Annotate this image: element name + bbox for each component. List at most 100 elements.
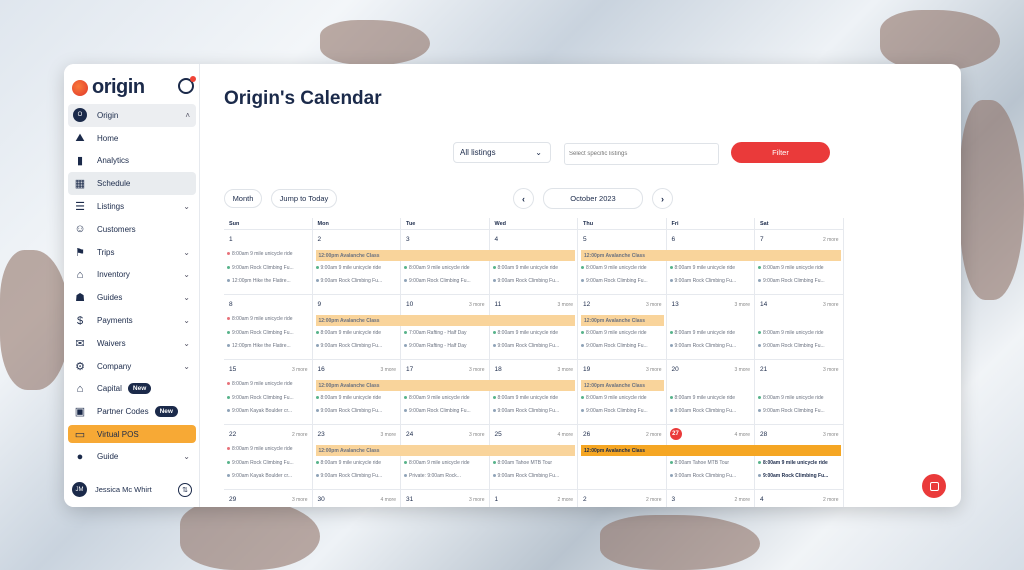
calendar-event[interactable]: 8:00am 9 mile unicycle ride xyxy=(581,330,665,336)
more-events-link[interactable]: 4 more xyxy=(557,432,573,438)
more-events-link[interactable]: 2 more xyxy=(557,497,573,503)
more-events-link[interactable]: 2 more xyxy=(292,432,308,438)
calendar-day[interactable]: 23 3 more 8:00am 9 mile unicycle ride 9:00a… xyxy=(313,425,401,489)
calendar-event[interactable]: 8:00am 9 mile unicycle ride xyxy=(581,395,665,401)
user-profile[interactable]: JM Jessica Mc Whirt ⇅ xyxy=(72,482,192,497)
sidebar-item-schedule[interactable]: ▦ Schedule xyxy=(68,172,196,196)
calendar-day[interactable]: 4 8:00am 9 mile unicycle ride 9:00am Rock … xyxy=(490,230,578,294)
calendar-event[interactable]: 9:00am Rock Climbing Fu... xyxy=(315,343,400,349)
calendar-event[interactable]: 9:00am 9 mile unicycle ride xyxy=(315,265,400,271)
calendar-event[interactable]: 8:00am 9 mile unicycle ride xyxy=(492,265,577,271)
more-events-link[interactable]: 3 more xyxy=(557,302,573,308)
calendar-day[interactable]: 25 4 more 8:00am Tahoe MTB Tour 9:00am Rock… xyxy=(490,425,578,489)
calendar-day[interactable]: 4 2 more xyxy=(755,490,844,507)
calendar-day[interactable]: 18 3 more 8:00am 9 mile unicycle ride 9:00a… xyxy=(490,360,578,424)
calendar-event[interactable]: 8:00am Tahoe MTB Tour xyxy=(669,460,754,466)
sidebar-item-payments[interactable]: $ Payments ⌄ xyxy=(68,309,196,332)
calendar-event[interactable]: 8:00am 9 mile unicycle ride xyxy=(758,395,842,401)
calendar-event[interactable]: 9:00am Rafting - Half Day xyxy=(404,343,488,349)
calendar-event[interactable]: 9:00am Rock Climbing Fu... xyxy=(581,408,665,414)
calendar-event[interactable]: 9:00am Rock Climbing Fu... xyxy=(315,473,400,479)
more-events-link[interactable]: 3 more xyxy=(469,497,485,503)
calendar-day[interactable]: 7 2 more 8:00am 9 mile unicycle ride 9:00am… xyxy=(755,230,844,294)
calendar-day[interactable]: 14 3 more 8:00am 9 mile unicycle ride 9:00a… xyxy=(755,295,844,359)
calendar-event[interactable]: 9:00am Rock Climbing Fu... xyxy=(758,278,842,284)
sidebar-item-trips[interactable]: ⚑ Trips ⌄ xyxy=(68,241,196,264)
more-events-link[interactable]: 4 more xyxy=(734,432,750,438)
calendar-day[interactable]: 3 8:00am 9 mile unicycle ride 9:00am Rock … xyxy=(401,230,490,294)
calendar-event[interactable]: 9:00am Rock Climbing Fu... xyxy=(758,408,842,414)
listings-select[interactable]: All listings ⌄ xyxy=(453,142,551,163)
calendar-event[interactable]: 9:00am Rock Climbing Fu... xyxy=(227,395,311,401)
calendar-day[interactable]: 31 3 more xyxy=(401,490,490,507)
more-events-link[interactable]: 3 more xyxy=(292,497,308,503)
calendar-day[interactable]: 13 3 more 8:00am 9 mile unicycle ride 9:00a… xyxy=(667,295,755,359)
calendar-event[interactable]: 9:00am Rock Climbing Fu... xyxy=(315,408,400,414)
calendar-event[interactable]: 9:00am Kayak Boulder cr... xyxy=(227,408,311,414)
more-events-link[interactable]: 3 more xyxy=(734,302,750,308)
chevron-down-icon[interactable]: ⌄ xyxy=(183,452,190,461)
calendar-event[interactable]: 9:00am Kayak Boulder cr... xyxy=(227,473,311,479)
more-events-link[interactable]: 2 more xyxy=(646,432,662,438)
calendar-event[interactable]: 8:00am 9 mile unicycle ride xyxy=(404,460,488,466)
calendar-event[interactable]: 8:00am 9 mile unicycle ride xyxy=(227,446,311,452)
chevron-down-icon[interactable]: ⌄ xyxy=(183,248,190,257)
sidebar-item-waivers[interactable]: ✉ Waivers ⌄ xyxy=(68,332,196,355)
calendar-event[interactable]: 9:00am Rock Climbing Fu... xyxy=(227,460,311,466)
calendar-event[interactable]: 8:00am 9 mile unicycle ride xyxy=(669,395,754,401)
calendar-event[interactable]: 8:00am 9 mile unicycle ride xyxy=(492,395,577,401)
calendar-event[interactable]: 8:00am 9 mile unicycle ride xyxy=(404,265,488,271)
calendar-event[interactable]: 8:00am 9 mile unicycle ride xyxy=(227,316,311,322)
calendar-day[interactable]: 27 4 more 8:00am Tahoe MTB Tour 9:00am Rock… xyxy=(667,425,755,489)
multi-day-event[interactable]: 12:00pm Avalanche Class xyxy=(581,315,664,326)
calendar-event[interactable]: 9:00am Rock Climbing Fu... xyxy=(227,330,311,336)
multi-day-event[interactable]: 12:00pm Avalanche Class xyxy=(315,445,575,456)
calendar-day[interactable]: 24 3 more 8:00am 9 mile unicycle ride Priva… xyxy=(401,425,490,489)
calendar-day[interactable]: 17 3 more 8:00am 9 mile unicycle ride 9:00a… xyxy=(401,360,490,424)
calendar-day[interactable]: 1 2 more xyxy=(490,490,578,507)
calendar-event[interactable]: 7:00am Rafting - Half Day xyxy=(404,330,488,336)
more-events-link[interactable]: 3 more xyxy=(823,302,839,308)
calendar-day[interactable]: 10 3 more 7:00am Rafting - Half Day 9:00am … xyxy=(401,295,490,359)
calendar-day[interactable]: 3 2 more xyxy=(667,490,755,507)
more-events-link[interactable]: 3 more xyxy=(380,367,396,373)
sidebar-item-inventory[interactable]: ⌂ Inventory ⌄ xyxy=(68,264,196,287)
calendar-event[interactable]: 8:00am 9 mile unicycle ride xyxy=(758,460,842,466)
calendar-day[interactable]: 9 8:00am 9 mile unicycle ride 9:00am Rock … xyxy=(313,295,401,359)
more-events-link[interactable]: 2 more xyxy=(734,497,750,503)
calendar-day[interactable]: 2 9:00am 9 mile unicycle ride 9:00am Rock … xyxy=(313,230,401,294)
calendar-event[interactable]: 9:00am Rock Climbing Fu... xyxy=(581,278,665,284)
chevron-down-icon[interactable]: ⌄ xyxy=(183,362,190,371)
calendar-event[interactable]: 9:00am Rock Climbing Fu... xyxy=(404,278,488,284)
sidebar-item-analytics[interactable]: ▮ Analytics xyxy=(68,150,196,173)
sidebar-item-customers[interactable]: ☺ Customers xyxy=(68,218,196,241)
more-events-link[interactable]: 3 more xyxy=(469,302,485,308)
calendar-event[interactable]: 9:00am Rock Climbing Fu... xyxy=(669,278,754,284)
calendar-day[interactable]: 22 2 more 8:00am 9 mile unicycle ride 9:00a… xyxy=(224,425,313,489)
multi-day-event[interactable]: 12:00pm Avalanche Class xyxy=(315,250,575,261)
calendar-event[interactable]: 8:00am 9 mile unicycle ride xyxy=(758,330,842,336)
next-month-button[interactable]: › xyxy=(652,188,673,209)
calendar-day[interactable]: 16 3 more 8:00am 9 mile unicycle ride 9:00a… xyxy=(313,360,401,424)
sidebar-item-virtual-pos[interactable]: ▭ Virtual POS xyxy=(68,425,196,444)
calendar-event[interactable]: 9:00am Rock Climbing Fu... xyxy=(758,473,842,479)
calendar-day[interactable]: 2 2 more xyxy=(578,490,667,507)
calendar-event[interactable]: 9:00am Rock Climbing Fu... xyxy=(492,473,577,479)
switch-account-icon[interactable]: ⇅ xyxy=(178,482,192,497)
sidebar-item-capital[interactable]: ⌂ Capital New xyxy=(68,378,196,401)
chat-launcher[interactable] xyxy=(922,474,946,498)
calendar-event[interactable]: 9:00am Rock Climbing Fu... xyxy=(581,343,665,349)
calendar-day[interactable]: 5 8:00am 9 mile unicycle ride 9:00am Rock … xyxy=(578,230,667,294)
calendar-day[interactable]: 26 2 more xyxy=(578,425,667,489)
more-events-link[interactable]: 3 more xyxy=(646,302,662,308)
jump-to-today-button[interactable]: Jump to Today xyxy=(271,189,337,208)
calendar-day[interactable]: 21 3 more 8:00am 9 mile unicycle ride 9:00a… xyxy=(755,360,844,424)
calendar-event[interactable]: 8:00am 9 mile unicycle ride xyxy=(227,381,311,387)
calendar-day[interactable]: 15 3 more 8:00am 9 mile unicycle ride 9:00a… xyxy=(224,360,313,424)
more-events-link[interactable]: 2 more xyxy=(823,237,839,243)
calendar-event[interactable]: 12:00pm Hike the Flatire... xyxy=(227,343,311,349)
calendar-day[interactable]: 6 8:00am 9 mile unicycle ride 9:00am Rock … xyxy=(667,230,755,294)
calendar-day[interactable]: 29 3 more xyxy=(224,490,313,507)
calendar-event[interactable]: 9:00am Rock Climbing Fu... xyxy=(404,408,488,414)
more-events-link[interactable]: 3 more xyxy=(380,432,396,438)
